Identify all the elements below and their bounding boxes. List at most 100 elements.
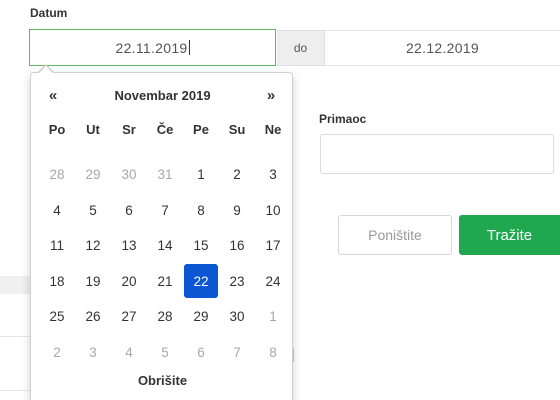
datepicker-header: « Novembar 2019 »	[31, 87, 294, 109]
day-grid: 28 29 30 31 1 2 3 4 5 6 7 8 9 10 11 12 13 14 15 16 17 18 19 20 2…	[39, 157, 291, 370]
calendar-day-number: 7	[161, 202, 169, 218]
calendar-day[interactable]: 5	[147, 335, 183, 371]
calendar-day[interactable]: 7	[219, 335, 255, 371]
calendar-day[interactable]: 21	[147, 264, 183, 300]
calendar-day-number: 7	[233, 344, 241, 360]
weekday-label: Pe	[193, 122, 209, 137]
date-to-input[interactable]: 22.12.2019	[324, 30, 560, 66]
divider	[293, 348, 294, 362]
calendar-day-number: 15	[193, 238, 209, 254]
calendar-day-number: 11	[49, 238, 64, 254]
calendar-day[interactable]: 29	[75, 157, 111, 193]
calendar-day[interactable]: 11	[39, 228, 75, 264]
date-from-input[interactable]: 22.11.2019	[29, 29, 276, 66]
calendar-day-number: 25	[49, 309, 65, 325]
calendar-day[interactable]: 3	[255, 157, 291, 193]
calendar-day-number: 23	[229, 273, 245, 289]
prev-month-button[interactable]: «	[45, 87, 61, 104]
calendar-day[interactable]: 4	[39, 193, 75, 229]
calendar-day[interactable]: 5	[75, 193, 111, 229]
month-title[interactable]: Novembar 2019	[71, 88, 254, 103]
calendar-day-number: 19	[85, 273, 101, 289]
calendar-day-number: 12	[85, 238, 101, 254]
calendar-day[interactable]: 28	[39, 157, 75, 193]
datepicker: « Novembar 2019 » Po Ut Sr Če Pe Su Ne 28 29 30 3…	[30, 72, 293, 400]
clear-button[interactable]: Obrišite	[31, 373, 294, 388]
calendar-day-number: 4	[53, 202, 61, 218]
calendar-day-number: 2	[53, 344, 61, 360]
calendar-day-number: 27	[121, 309, 137, 325]
calendar-day[interactable]: 10	[255, 193, 291, 229]
calendar-day[interactable]: 19	[75, 264, 111, 300]
calendar-day-selected[interactable]: 22	[183, 263, 219, 300]
calendar-day-number: 28	[49, 167, 65, 183]
calendar-day-number: 3	[269, 167, 277, 183]
calendar-day[interactable]: 8	[183, 193, 219, 229]
search-button[interactable]: Tražite	[459, 215, 560, 255]
calendar-day[interactable]: 3	[75, 335, 111, 371]
calendar-day[interactable]: 31	[147, 157, 183, 193]
calendar-day-number: 9	[233, 202, 241, 218]
calendar-day-number: 10	[265, 202, 281, 218]
date-from-value: 22.11.2019	[115, 39, 188, 56]
calendar-day[interactable]: 28	[147, 299, 183, 335]
calendar-day[interactable]: 26	[75, 299, 111, 335]
primaoc-input[interactable]	[320, 134, 554, 174]
calendar-day[interactable]: 16	[219, 228, 255, 264]
calendar-day-number: 5	[161, 344, 169, 360]
calendar-day[interactable]: 20	[111, 264, 147, 300]
calendar-day[interactable]: 15	[183, 228, 219, 264]
weekday-label: Su	[228, 122, 246, 137]
calendar-day[interactable]: 2	[39, 335, 75, 371]
calendar-day-number: 28	[157, 309, 173, 325]
divider	[0, 390, 30, 391]
divider	[0, 336, 30, 337]
table-header-fragment	[0, 276, 30, 294]
calendar-day-number: 20	[121, 273, 137, 289]
calendar-day[interactable]: 18	[39, 264, 75, 300]
calendar-day-number: 30	[121, 167, 137, 183]
calendar-day-number: 14	[157, 238, 173, 254]
reset-button[interactable]: Poništite	[338, 215, 452, 255]
date-range-separator: do	[277, 30, 324, 66]
calendar-day[interactable]: 1	[183, 157, 219, 193]
calendar-day-number: 21	[157, 273, 173, 289]
next-month-button[interactable]: »	[263, 87, 279, 104]
calendar-day[interactable]: 8	[255, 335, 291, 371]
calendar-day[interactable]: 24	[255, 264, 291, 300]
calendar-day[interactable]: 4	[111, 335, 147, 371]
calendar-day-number: 31	[157, 167, 173, 183]
calendar-day-number: 17	[265, 238, 281, 254]
primaoc-label: Primaoc	[319, 112, 367, 126]
calendar-day[interactable]: 1	[255, 299, 291, 335]
date-to-value: 22.12.2019	[405, 40, 480, 56]
calendar-day[interactable]: 12	[75, 228, 111, 264]
calendar-day[interactable]: 27	[111, 299, 147, 335]
calendar-day[interactable]: 25	[39, 299, 75, 335]
calendar-day[interactable]: 7	[147, 193, 183, 229]
calendar-day[interactable]: 2	[219, 157, 255, 193]
calendar-day-number: 6	[125, 202, 133, 218]
calendar-day[interactable]: 17	[255, 228, 291, 264]
calendar-day[interactable]: 30	[219, 299, 255, 335]
calendar-day-number: 13	[121, 238, 137, 254]
datepicker-pointer-fill	[39, 66, 53, 73]
calendar-day-number: 16	[229, 238, 245, 254]
calendar-day[interactable]: 14	[147, 228, 183, 264]
weekday-label: Po	[48, 122, 66, 137]
calendar-day[interactable]: 13	[111, 228, 147, 264]
datum-label: Datum	[30, 6, 68, 20]
calendar-day[interactable]: 23	[219, 264, 255, 300]
calendar-day[interactable]: 29	[183, 299, 219, 335]
calendar-day[interactable]: 30	[111, 157, 147, 193]
calendar-day-number: 8	[197, 202, 205, 218]
calendar-day-number: 5	[89, 202, 97, 218]
calendar-day-number: 1	[197, 167, 205, 183]
calendar-day-number: 29	[193, 309, 209, 325]
calendar-day[interactable]: 6	[183, 335, 219, 371]
weekday-label: Če	[156, 122, 174, 137]
calendar-day-number: 8	[269, 344, 277, 360]
calendar-day[interactable]: 6	[111, 193, 147, 229]
calendar-day[interactable]: 9	[219, 193, 255, 229]
weekday-label: Ut	[86, 122, 100, 137]
